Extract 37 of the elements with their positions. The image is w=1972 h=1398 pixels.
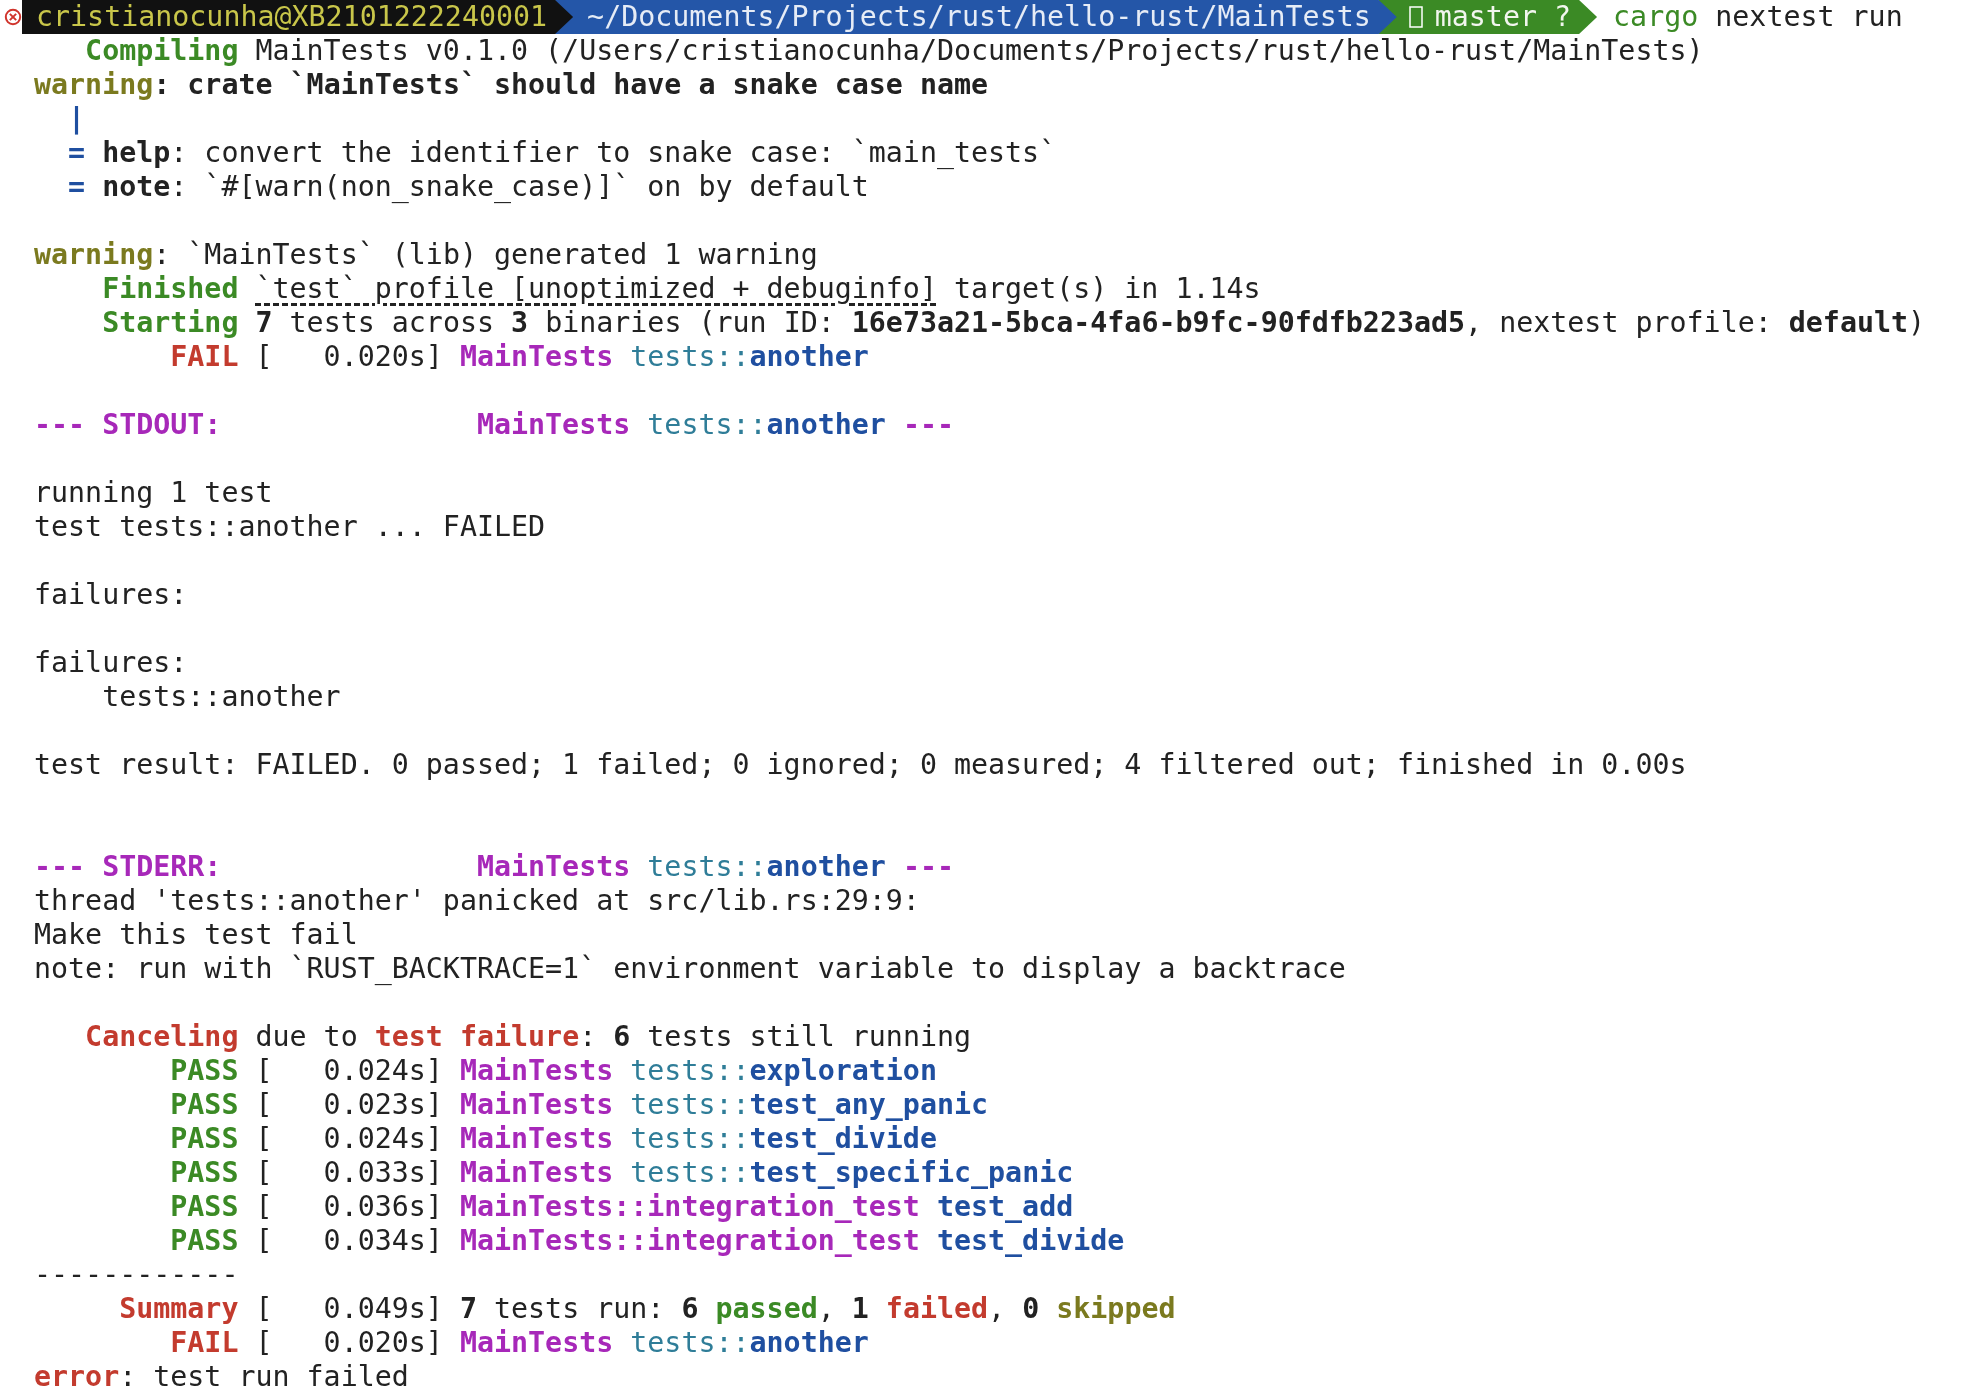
output-line: Make this test fail	[34, 918, 358, 952]
prompt-user-host: cristianocunha@XB2101222240001	[22, 0, 574, 34]
output-line: Finished `test` profile [unoptimized + debuginfo] target(s) in 1.14s	[101, 272, 1261, 306]
output-line: failures:	[34, 646, 188, 680]
output-line: PASS [ 0.034s] MainTests::integration_test test_divide	[169, 1224, 1125, 1258]
output-line: FAIL [ 0.020s] MainTests tests::another	[169, 340, 869, 374]
output-line: running 1 test	[34, 476, 273, 510]
output-line: = note: `#[warn(non_snake_case)]` on by default	[67, 170, 869, 204]
output-line: PASS [ 0.023s] MainTests tests::test_any_panic	[169, 1088, 989, 1122]
output-line: --- STDOUT: MainTests tests::another ---	[34, 408, 954, 442]
output-line: test tests::another ... FAILED	[34, 510, 546, 544]
output-line: warning: crate `MainTests` should have a snake case name	[34, 68, 989, 102]
output-line: FAIL [ 0.020s] MainTests tests::another	[169, 1326, 869, 1360]
missing-glyph-icon	[1408, 5, 1423, 29]
output-line: = help: convert the identifier to snake case: `main_tests`	[67, 136, 1057, 170]
error-circle-icon	[4, 8, 22, 26]
prompt-git-branch: master ?	[1378, 0, 1598, 34]
output-line: PASS [ 0.024s] MainTests tests::test_divide	[169, 1122, 937, 1156]
output-line: PASS [ 0.036s] MainTests::integration_test test_add	[169, 1190, 1074, 1224]
output-line: PASS [ 0.024s] MainTests tests::exploration	[169, 1054, 937, 1088]
output-line: Summary [ 0.049s] 7 tests run: 6 passed, 1 failed, 0 skipped	[118, 1292, 1176, 1326]
output-line: thread 'tests::another' panicked at src/lib.rs:29:9:	[34, 884, 920, 918]
output-line: --- STDERR: MainTests tests::another ---	[34, 850, 954, 884]
output-line: ------------	[34, 1258, 239, 1292]
output-line: error: test run failed	[34, 1360, 409, 1394]
output-line: note: run with `RUST_BACKTRACE=1` environment variable to display a backtrace	[34, 952, 1346, 986]
output-line: test result: FAILED. 0 passed; 1 failed; 0 ignored; 0 measured; 4 filtered out; finished in 0.00s	[34, 748, 1687, 782]
output-line: |	[67, 102, 86, 136]
prompt-path: ~/Documents/Projects/rust/hello-rust/MainTests	[555, 0, 1397, 34]
output-line: Compiling MainTests v0.1.0 (/Users/cristianocunha/Documents/Projects/rust/hello-rust/MainTests)	[84, 34, 1704, 68]
output-line: Canceling due to test failure: 6 tests still running	[84, 1020, 972, 1054]
output-line: failures:	[34, 578, 188, 612]
output-line: Starting 7 tests across 3 binaries (run ID: 16e73a21-5bca-4fa6-b9fc-90fdfb223ad5, nextest profile: default)	[101, 306, 1926, 340]
output-line: tests::another	[101, 680, 341, 714]
command-text: cargo nextest run	[1613, 0, 1903, 34]
output-line: warning: `MainTests` (lib) generated 1 warning	[34, 238, 818, 272]
output-line: PASS [ 0.033s] MainTests tests::test_specific_panic	[169, 1156, 1074, 1190]
